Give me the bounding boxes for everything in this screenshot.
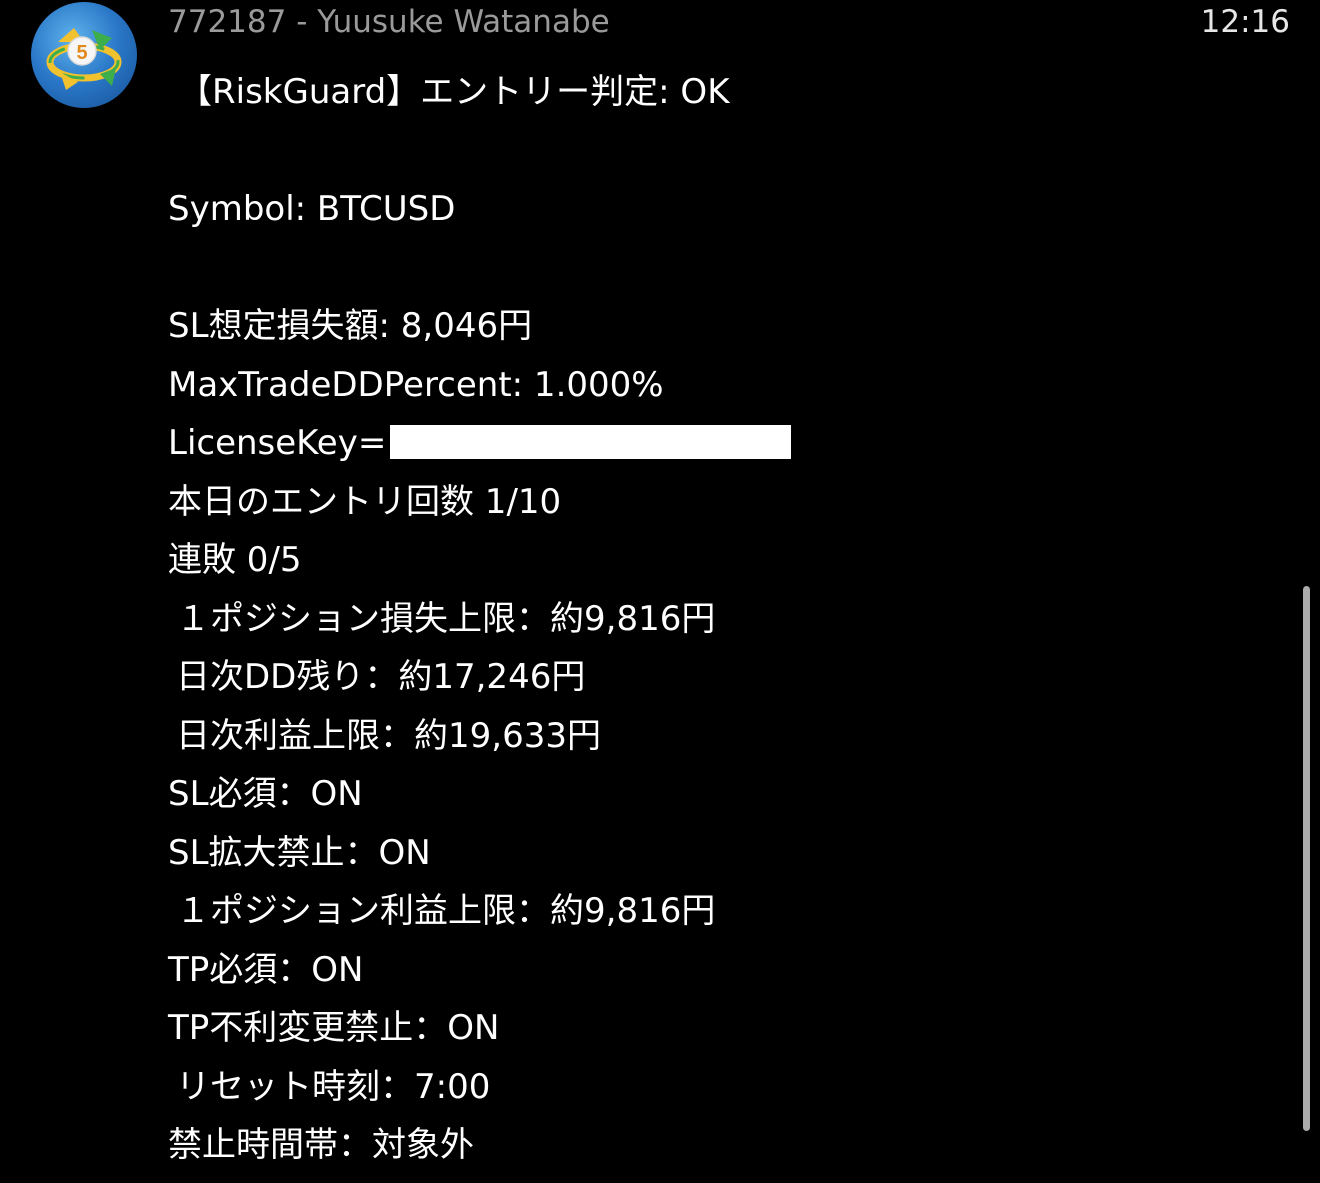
sl-widen-forbidden-line: SL拡大禁止：ON bbox=[168, 832, 431, 873]
sl-required-line: SL必須：ON bbox=[168, 774, 363, 814]
forbidden-hours-line: 禁止時間帯：対象外 bbox=[168, 1125, 474, 1165]
position-profit-limit-line: １ポジション利益上限：約9,816円 bbox=[176, 891, 716, 931]
message-timestamp: 12:16 bbox=[1200, 4, 1290, 40]
svg-text:5: 5 bbox=[76, 42, 87, 64]
tp-unfavorable-change-forbidden-line: TP不利変更禁止：ON bbox=[168, 1008, 500, 1048]
daily-dd-remaining-line: 日次DD残り：約17,246円 bbox=[176, 657, 586, 697]
sl-loss-line: SL想定損失額: 8,046円 bbox=[168, 306, 533, 346]
message-title: 【RiskGuard】エントリー判定: OK bbox=[178, 72, 730, 112]
position-loss-limit-line: １ポジション損失上限：約9,816円 bbox=[176, 598, 716, 639]
metatrader5-icon[interactable]: 5 bbox=[30, 2, 138, 108]
max-dd-line: MaxTradeDDPercent: 1.000% bbox=[168, 364, 664, 405]
scrollbar[interactable] bbox=[1303, 586, 1310, 1131]
license-label: LicenseKey= bbox=[168, 423, 387, 463]
sender-name[interactable]: 772187 - Yuusuke Watanabe bbox=[168, 2, 610, 42]
redacted-license-key bbox=[390, 425, 792, 459]
message-body: 【RiskGuard】エントリー判定: OK Symbol: BTCUSD SL… bbox=[168, 63, 1268, 1175]
losing-streak-line: 連敗 0/5 bbox=[168, 540, 302, 580]
reset-time-line: リセット時刻：7:00 bbox=[176, 1066, 491, 1107]
tp-required-line: TP必須：ON bbox=[168, 949, 364, 990]
avatar: 5 bbox=[31, 2, 137, 108]
entries-today-line: 本日のエントリ回数 1/10 bbox=[168, 481, 562, 522]
daily-profit-limit-line: 日次利益上限：約19,633円 bbox=[176, 715, 601, 756]
license-line: LicenseKey= bbox=[168, 414, 1268, 473]
symbol-line: Symbol: BTCUSD bbox=[168, 189, 456, 229]
